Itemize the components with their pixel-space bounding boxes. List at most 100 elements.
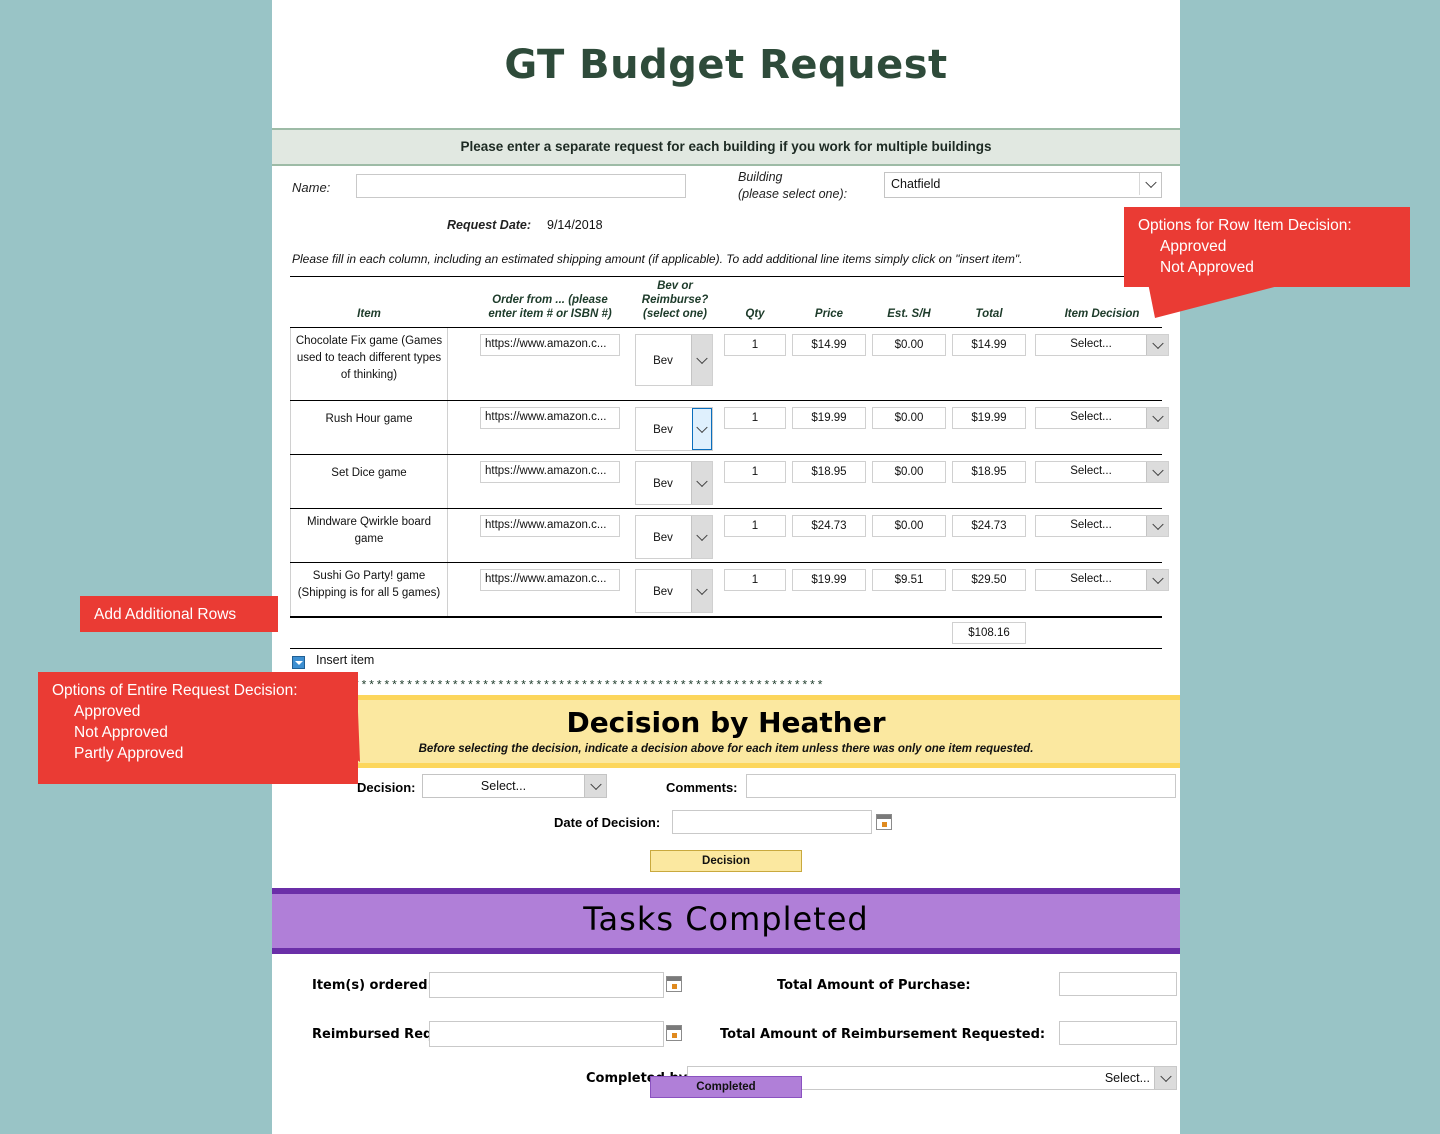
chevron-down-icon[interactable] [1146,408,1168,428]
row-shipping[interactable]: $0.00 [872,515,946,537]
row-shipping[interactable]: $9.51 [872,569,946,591]
callout-item-decision-option2: Not Approved [1160,259,1254,276]
row-total: $19.99 [952,407,1026,429]
callout-add-rows: Add Additional Rows [80,596,278,632]
chevron-down-icon[interactable] [1146,570,1168,590]
row-decision-select[interactable]: Select... [1035,515,1169,537]
decision-label: Decision: [357,780,416,795]
chevron-down-icon[interactable] [691,335,712,385]
row-decision-value: Select... [1070,519,1112,531]
row-order-from[interactable]: https://www.amazon.c... [480,334,620,356]
name-input[interactable] [356,174,686,198]
row-bev-value: Bev [653,355,673,367]
row-qty[interactable]: 1 [724,334,786,356]
callout-request-decision: Options of Entire Request Decision: Appr… [38,672,358,784]
insert-item-label[interactable]: Insert item [316,653,374,667]
row-decision-select[interactable]: Select... [1035,569,1169,591]
building-select-value: Chatfield [891,177,941,191]
chevron-down-icon[interactable] [1146,335,1168,355]
comments-input[interactable] [746,774,1176,798]
row-bev-select[interactable]: Bev [635,569,713,613]
row-price[interactable]: $19.99 [792,569,866,591]
items-table: Item Order from ... (please enter item # … [290,276,1169,649]
chevron-down-icon[interactable] [584,775,606,797]
instructions-text: Please fill in each column, including an… [292,252,1023,266]
row-decision-value: Select... [1070,411,1112,423]
row-order-from[interactable]: https://www.amazon.c... [480,461,620,483]
chevron-down-icon[interactable] [1146,462,1168,482]
row-shipping[interactable]: $0.00 [872,334,946,356]
row-bev-select[interactable]: Bev [635,461,713,505]
row-order-from[interactable]: https://www.amazon.c... [480,407,620,429]
chevron-down-icon[interactable] [1146,516,1168,536]
row-shipping[interactable]: $0.00 [872,461,946,483]
row-total: $18.95 [952,461,1026,483]
row-bev-select[interactable]: Bev [635,334,713,386]
row-order-from[interactable]: https://www.amazon.c... [480,569,620,591]
banner-note: Please enter a separate request for each… [272,128,1180,166]
decision-select-value: Select... [480,779,527,793]
calendar-icon[interactable] [666,976,682,992]
chevron-down-icon[interactable] [1139,173,1161,195]
insert-item-icon[interactable] [292,656,305,669]
chevron-down-icon[interactable] [1154,1067,1176,1089]
row-qty[interactable]: 1 [724,461,786,483]
total-purchase-label: Total Amount of Purchase: [777,978,971,993]
completed-button[interactable]: Completed [650,1076,802,1098]
name-label: Name: [292,180,331,195]
row-qty[interactable]: 1 [724,569,786,591]
calendar-icon[interactable] [666,1025,682,1041]
decision-select[interactable]: Select... [422,774,607,798]
row-total: $29.50 [952,569,1026,591]
row-bev-select[interactable]: Bev [635,515,713,559]
tasks-form-area: Item(s) ordered: Total Amount of Purchas… [272,954,1180,1114]
header-bev-reimburse: Bev or Reimburse? (select one) [641,280,709,320]
chevron-down-icon[interactable] [692,408,712,450]
form-page: GT Budget Request Please enter a separat… [272,0,1180,1134]
header-item: Item [357,308,381,320]
row-item-name: Rush Hour game [290,401,448,454]
header-total: Total [975,308,1003,320]
row-bev-value: Bev [653,586,673,598]
building-label-line1: Building [738,170,783,184]
decision-button[interactable]: Decision [650,850,802,872]
chevron-down-icon[interactable] [691,462,712,504]
row-total: $14.99 [952,334,1026,356]
insert-item-row[interactable]: Insert item [292,653,1180,677]
grand-total-row: $108.16 [290,617,1162,649]
header-sh: Est. S/H [887,308,931,320]
table-row: Chocolate Fix game (Games used to teach … [290,328,1169,401]
row-price[interactable]: $24.73 [792,515,866,537]
chevron-down-icon[interactable] [691,570,712,612]
callout-request-decision-option1: Approved [74,703,141,720]
row-qty[interactable]: 1 [724,407,786,429]
request-date-row: Request Date: 9/14/2018 [272,214,1180,244]
request-date-value: 9/14/2018 [547,218,603,232]
row-bev-value: Bev [653,532,673,544]
decision-form-area: Decision: Select... Comments: Date of De… [272,768,1180,888]
chevron-down-icon[interactable] [691,516,712,558]
callout-item-decision-option1: Approved [1160,238,1227,255]
row-bev-value: Bev [653,478,673,490]
building-select[interactable]: Chatfield [884,172,1162,198]
row-shipping[interactable]: $0.00 [872,407,946,429]
total-reimbursement-input[interactable] [1059,1021,1177,1045]
row-decision-select[interactable]: Select... [1035,461,1169,483]
row-price[interactable]: $14.99 [792,334,866,356]
row-order-from[interactable]: https://www.amazon.c... [480,515,620,537]
row-bev-select[interactable]: Bev [635,407,713,451]
total-purchase-input[interactable] [1059,972,1177,996]
decision-subheading: Before selecting the decision, indicate … [418,743,1034,755]
items-ordered-input[interactable] [429,972,664,998]
reimbursed-input[interactable] [429,1021,664,1047]
row-price[interactable]: $19.99 [792,407,866,429]
row-decision-select[interactable]: Select... [1035,407,1169,429]
date-of-decision-input[interactable] [672,810,872,834]
row-price[interactable]: $18.95 [792,461,866,483]
calendar-icon[interactable] [876,814,892,830]
table-row: Rush Hour game https://www.amazon.c... B… [290,401,1169,455]
building-label-line2: (please select one): [738,187,848,201]
row-qty[interactable]: 1 [724,515,786,537]
row-decision-select[interactable]: Select... [1035,334,1169,356]
callout-item-decision: Options for Row Item Decision: Approved … [1124,207,1410,287]
